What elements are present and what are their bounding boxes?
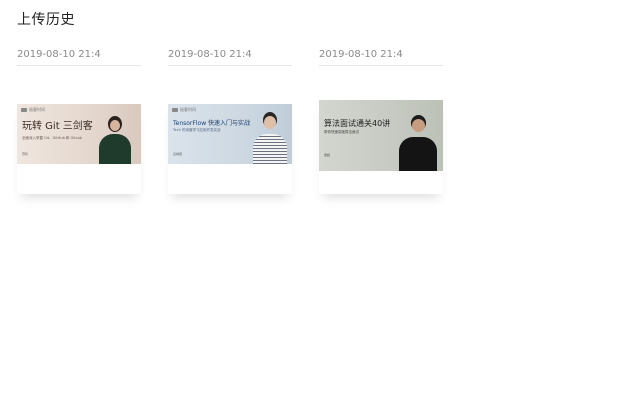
brand-logo-icon bbox=[21, 108, 27, 112]
course-thumbnail[interactable]: 算法面试通关40讲 带你快速突破算法面试 覃超 bbox=[319, 100, 443, 171]
course-title: 玩转 Git 三剑客 bbox=[22, 121, 93, 132]
course-subtitle: 带你快速突破算法面试 bbox=[324, 130, 359, 134]
course-author: 苏玲 bbox=[22, 152, 29, 156]
thumbnail-card[interactable]: 算法面试通关40讲 带你快速突破算法面试 覃超 bbox=[319, 100, 443, 194]
instructor-photo bbox=[97, 112, 133, 164]
instructor-photo bbox=[252, 110, 288, 164]
instructor-face bbox=[264, 116, 276, 129]
divider bbox=[17, 65, 141, 66]
course-thumbnail[interactable]: 极客时间 玩转 Git 三剑客 全面深入掌握 Git、GitHub 和 GitL… bbox=[17, 104, 141, 164]
instructor-photo bbox=[397, 111, 439, 171]
course-subtitle: 全面深入掌握 Git、GitHub 和 GitLab bbox=[22, 136, 82, 140]
instructor-face bbox=[110, 120, 120, 131]
brand-label: 极客时间 bbox=[21, 107, 45, 113]
brand-text: 极客时间 bbox=[29, 107, 45, 112]
divider bbox=[319, 65, 443, 66]
course-subtitle: Tech 的深度学习应用开发实战 bbox=[173, 128, 221, 132]
upload-date: 2019-08-10 21:4 bbox=[168, 49, 252, 60]
brand-text: 极客时间 bbox=[180, 107, 196, 112]
upload-card[interactable]: 2019-08-10 21:4 极客时间 玩转 Git 三剑客 全面深入掌握 G… bbox=[17, 48, 141, 194]
upload-date: 2019-08-10 21:4 bbox=[319, 49, 403, 60]
upload-card[interactable]: 2019-08-10 21:4 极客时间 TensorFlow 快速入门与实战 … bbox=[168, 48, 292, 194]
brand-label: 极客时间 bbox=[172, 107, 196, 113]
divider bbox=[168, 65, 292, 66]
upload-date: 2019-08-10 21:4 bbox=[17, 49, 101, 60]
upload-card[interactable]: 2019-08-10 21:4 算法面试通关40讲 带你快速突破算法面试 覃超 bbox=[319, 48, 443, 194]
instructor-body bbox=[399, 137, 437, 171]
upload-history-page: 上传历史 2019-08-10 21:4 极客时间 玩转 Git 三剑客 全面深… bbox=[0, 0, 640, 400]
instructor-body bbox=[253, 134, 287, 164]
thumbnail-card[interactable]: 极客时间 TensorFlow 快速入门与实战 Tech 的深度学习应用开发实战… bbox=[168, 104, 292, 194]
thumbnail-card[interactable]: 极客时间 玩转 Git 三剑客 全面深入掌握 Git、GitHub 和 GitL… bbox=[17, 104, 141, 194]
page-title: 上传历史 bbox=[17, 12, 75, 28]
instructor-body bbox=[99, 134, 131, 164]
brand-logo-icon bbox=[172, 108, 178, 112]
course-title: TensorFlow 快速入门与实战 bbox=[173, 120, 251, 127]
instructor-face bbox=[412, 119, 425, 132]
course-title: 算法面试通关40讲 bbox=[324, 119, 391, 128]
course-author: 覃超 bbox=[324, 153, 331, 157]
course-thumbnail[interactable]: 极客时间 TensorFlow 快速入门与实战 Tech 的深度学习应用开发实战… bbox=[168, 104, 292, 164]
upload-card-list: 2019-08-10 21:4 极客时间 玩转 Git 三剑客 全面深入掌握 G… bbox=[17, 48, 443, 194]
course-author: 彭靖田 bbox=[173, 152, 183, 156]
